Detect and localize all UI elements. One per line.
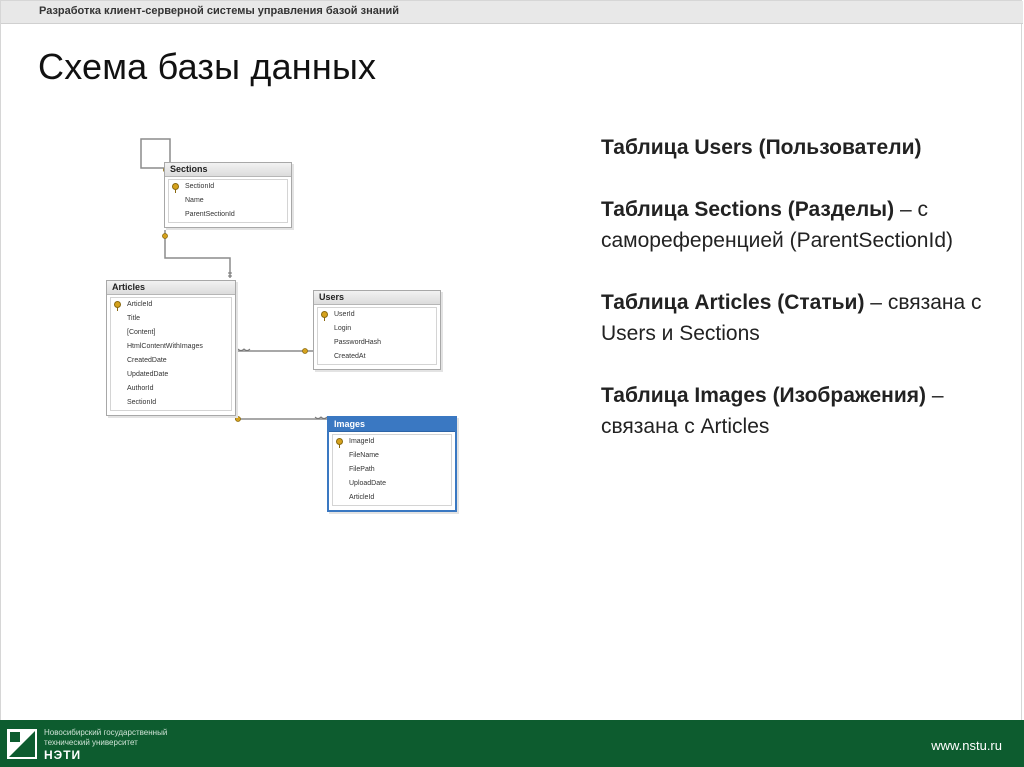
- column-name: ParentSectionId: [185, 211, 235, 218]
- column-name: HtmlContentWithImages: [127, 343, 203, 350]
- table-sections[interactable]: Sections SectionId Name ParentSectionId: [164, 162, 292, 228]
- column-row: SectionId: [169, 180, 287, 194]
- key-end-articles: [235, 416, 241, 422]
- column-row: Name: [169, 194, 287, 208]
- column-row: PasswordHash: [318, 336, 436, 350]
- table-sections-columns: SectionId Name ParentSectionId: [168, 179, 288, 223]
- key-end-users: [302, 348, 308, 354]
- column-row: UpdatedDate: [111, 368, 231, 382]
- column-row: HtmlContentWithImages: [111, 340, 231, 354]
- column-row: FilePath: [333, 463, 451, 477]
- table-articles-columns: ArticleId Title [Content] HtmlContentWit…: [110, 297, 232, 411]
- column-name: ArticleId: [349, 494, 375, 501]
- table-users-title: Users: [314, 291, 440, 305]
- key-icon: [336, 438, 343, 448]
- desc-articles-bold: Таблица Articles (Статьи): [601, 291, 865, 314]
- column-name: AuthorId: [127, 385, 154, 392]
- university-name-line1: Новосибирский государственный: [44, 728, 168, 737]
- column-row: UploadDate: [333, 477, 451, 491]
- page-title: Схема базы данных: [38, 46, 377, 87]
- er-diagram: Sections SectionId Name ParentSectionId …: [100, 130, 480, 530]
- column-row: [Content]: [111, 326, 231, 340]
- column-row: ParentSectionId: [169, 208, 287, 222]
- column-name: UploadDate: [349, 480, 386, 487]
- table-descriptions: Таблица Users (Пользователи) Таблица Sec…: [601, 132, 1001, 473]
- column-name: Name: [185, 197, 204, 204]
- column-row: ArticleId: [111, 298, 231, 312]
- table-articles-title: Articles: [107, 281, 235, 295]
- column-row: UserId: [318, 308, 436, 322]
- column-name: ImageId: [349, 438, 375, 445]
- column-name: CreatedDate: [127, 357, 167, 364]
- column-row: Title: [111, 312, 231, 326]
- column-row: Login: [318, 322, 436, 336]
- header-bar: Разработка клиент-серверной системы упра…: [1, 1, 1023, 24]
- table-articles[interactable]: Articles ArticleId Title [Content] HtmlC…: [106, 280, 236, 416]
- column-row: AuthorId: [111, 382, 231, 396]
- key-icon: [321, 311, 328, 321]
- column-name: [Content]: [127, 329, 156, 336]
- table-images-columns: ImageId FileName FilePath UploadDate Art…: [332, 434, 452, 506]
- table-users-columns: UserId Login PasswordHash CreatedAt: [317, 307, 437, 365]
- key-icon: [114, 301, 121, 311]
- column-name: ArticleId: [127, 301, 153, 308]
- table-users[interactable]: Users UserId Login PasswordHash CreatedA…: [313, 290, 441, 370]
- column-name: FilePath: [349, 466, 375, 473]
- column-row: ArticleId: [333, 491, 451, 505]
- footer-bar: Новосибирский государственный технически…: [0, 720, 1024, 767]
- desc-users-bold: Таблица Users (Пользователи): [601, 136, 922, 159]
- university-abbr: НЭТИ: [44, 748, 82, 762]
- desc-users: Таблица Users (Пользователи): [601, 132, 1001, 163]
- column-name: UserId: [334, 311, 355, 318]
- desc-sections-bold: Таблица Sections (Разделы): [601, 198, 895, 221]
- desc-images: Таблица Images (Изображения) – связана с…: [601, 380, 1001, 442]
- table-sections-title: Sections: [165, 163, 291, 177]
- university-name-line2: технический университет: [44, 738, 138, 747]
- key-icon: [172, 183, 179, 193]
- desc-sections: Таблица Sections (Разделы) – с саморефер…: [601, 194, 1001, 256]
- column-row: CreatedDate: [111, 354, 231, 368]
- column-row: SectionId: [111, 396, 231, 410]
- column-name: SectionId: [127, 399, 157, 406]
- table-images-title: Images: [329, 418, 455, 432]
- rel-sections-articles: [164, 230, 231, 278]
- column-row: ImageId: [333, 435, 451, 449]
- column-row: CreatedAt: [318, 350, 436, 364]
- desc-articles: Таблица Articles (Статьи) – связана с Us…: [601, 287, 1001, 349]
- course-title: Разработка клиент-серверной системы упра…: [39, 5, 400, 17]
- university-logo-icon: [7, 729, 37, 759]
- desc-images-bold: Таблица Images (Изображения): [601, 384, 927, 407]
- column-name: Login: [334, 325, 352, 332]
- column-name: FileName: [349, 452, 379, 459]
- column-name: Title: [127, 315, 140, 322]
- column-name: CreatedAt: [334, 353, 366, 360]
- column-name: SectionId: [185, 183, 215, 190]
- key-end-sections-articles: [162, 233, 168, 239]
- column-row: FileName: [333, 449, 451, 463]
- column-name: UpdatedDate: [127, 371, 169, 378]
- column-name: PasswordHash: [334, 339, 382, 346]
- table-images[interactable]: Images ImageId FileName FilePath UploadD…: [327, 416, 457, 512]
- website-link[interactable]: www.nstu.ru: [931, 738, 1002, 753]
